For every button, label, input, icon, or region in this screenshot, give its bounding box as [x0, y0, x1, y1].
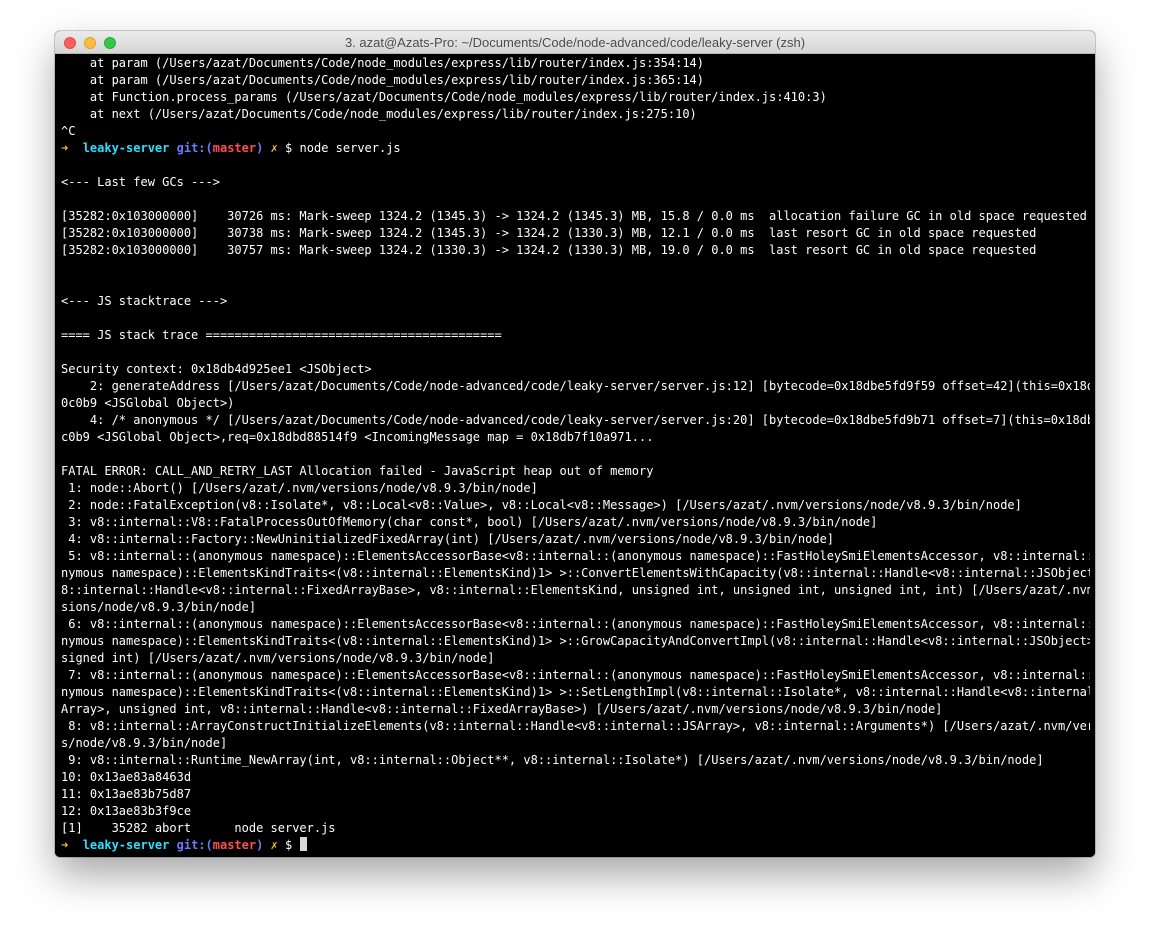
output-line: 2: node::FatalException(v8::Isolate*, v8… [61, 498, 1022, 512]
output-line: 10: 0x13ae83a8463d [61, 770, 192, 784]
output-line: at param (/Users/azat/Documents/Code/nod… [61, 73, 704, 87]
output-line: Array>, unsigned int, v8::internal::Hand… [61, 702, 943, 716]
output-line: ==== JS stack trace ====================… [61, 328, 502, 342]
prompt-dirty-mark: ✗ [270, 141, 278, 155]
output-line: 2: generateAddress [/Users/azat/Document… [61, 379, 1090, 393]
text-cursor [299, 837, 307, 851]
output-line: 0c0b9 <JSGlobal Object>) [61, 396, 235, 410]
output-line: at Function.process_params (/Users/azat/… [61, 90, 827, 104]
prompt-line-current[interactable]: ➜ leaky-server git:(master) ✗ $ [61, 837, 1090, 854]
prompt-arrow-icon: ➜ [61, 141, 69, 155]
output-line: at param (/Users/azat/Documents/Code/nod… [61, 56, 704, 70]
output-line: FATAL ERROR: CALL_AND_RETRY_LAST Allocat… [61, 464, 654, 478]
prompt-dirty-mark: ✗ [270, 838, 278, 852]
output-line: 8::internal::Handle<v8::internal::FixedA… [61, 583, 1090, 597]
prompt-git-prefix: git:( [176, 141, 213, 155]
output-block-previous: at param (/Users/azat/Documents/Code/nod… [61, 55, 1090, 140]
output-line: 12: 0x13ae83b3f9ce [61, 804, 192, 818]
title-bar[interactable]: 3. azat@Azats-Pro: ~/Documents/Code/node… [55, 31, 1095, 54]
command-text: node server.js [299, 141, 401, 155]
output-line: signed int) [/Users/azat/.nvm/versions/n… [61, 651, 495, 665]
terminal-content[interactable]: at param (/Users/azat/Documents/Code/nod… [55, 54, 1095, 857]
output-line: 7: v8::internal::(anonymous namespace)::… [61, 668, 1090, 682]
prompt-git-suffix: ) [256, 141, 264, 155]
output-line: sions/node/v8.9.3/bin/node] [61, 600, 257, 614]
output-line: 11: 0x13ae83b75d87 [61, 787, 192, 801]
output-line: 4: /* anonymous */ [/Users/azat/Document… [61, 413, 1090, 427]
output-line: <--- Last few GCs ---> [61, 175, 220, 189]
output-line: [35282:0x103000000] 30726 ms: Mark-sweep… [61, 209, 1087, 223]
output-line: [1] 35282 abort node server.js [61, 821, 336, 835]
output-line: 6: v8::internal::(anonymous namespace)::… [61, 617, 1090, 631]
prompt-arrow-icon: ➜ [61, 838, 69, 852]
window-title: 3. azat@Azats-Pro: ~/Documents/Code/node… [344, 35, 806, 50]
output-line: [35282:0x103000000] 30757 ms: Mark-sweep… [61, 243, 1037, 257]
output-line: 5: v8::internal::(anonymous namespace)::… [61, 549, 1090, 563]
prompt-git-prefix: git:( [176, 838, 213, 852]
output-line: s/node/v8.9.3/bin/node] [61, 736, 228, 750]
prompt-git-branch: master [212, 838, 257, 852]
output-line: 3: v8::internal::V8::FatalProcessOutOfMe… [61, 515, 878, 529]
output-line: Security context: 0x18db4d925ee1 <JSObje… [61, 362, 372, 376]
prompt-directory: leaky-server [82, 838, 170, 852]
prompt-directory: leaky-server [82, 141, 170, 155]
output-line: ^C [61, 124, 76, 138]
output-line: 4: v8::internal::Factory::NewUninitializ… [61, 532, 835, 546]
output-line: <--- JS stacktrace ---> [61, 294, 228, 308]
output-line: c0b9 <JSGlobal Object>,req=0x18dbd88514f… [61, 430, 654, 444]
output-line: at next (/Users/azat/Documents/Code/node… [61, 107, 697, 121]
output-line: 9: v8::internal::Runtime_NewArray(int, v… [61, 753, 1044, 767]
prompt-git-suffix: ) [256, 838, 264, 852]
output-line: 8: v8::internal::ArrayConstructInitializ… [61, 719, 1090, 733]
terminal-window: 3. azat@Azats-Pro: ~/Documents/Code/node… [55, 31, 1095, 857]
output-line: nymous namespace)::ElementsKindTraits<(v… [61, 566, 1090, 580]
prompt-symbol: $ [285, 838, 293, 852]
output-block-crash: <--- Last few GCs ---> [35282:0x103000000… [61, 157, 1090, 837]
prompt-git-branch: master [212, 141, 257, 155]
output-line: [35282:0x103000000] 30738 ms: Mark-sweep… [61, 226, 1037, 240]
prompt-line-command: ➜ leaky-server git:(master) ✗ $ node ser… [61, 140, 1090, 157]
output-line: nymous namespace)::ElementsKindTraits<(v… [61, 634, 1090, 648]
output-line: nymous namespace)::ElementsKindTraits<(v… [61, 685, 1090, 699]
output-line: 1: node::Abort() [/Users/azat/.nvm/versi… [61, 481, 538, 495]
prompt-symbol: $ [285, 141, 293, 155]
